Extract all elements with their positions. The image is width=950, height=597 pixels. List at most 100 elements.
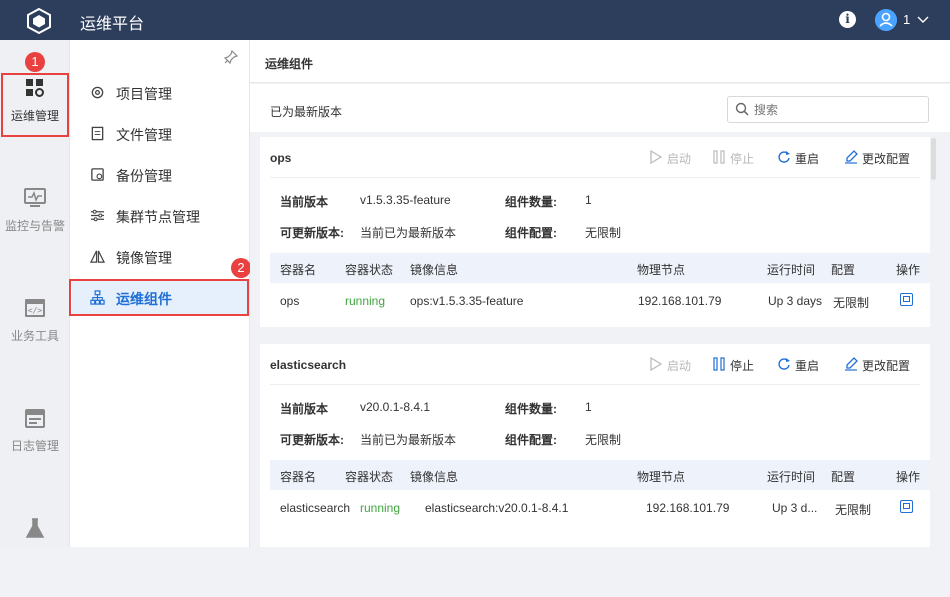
rail-item-monitoring[interactable]: 监控与告警 xyxy=(0,187,70,267)
component-config-label: 组件配置: xyxy=(505,226,557,240)
updatable-version-label: 可更新版本: xyxy=(280,226,344,240)
highlight-box-ops-components xyxy=(69,279,249,316)
component-card-elasticsearch: elasticsearch 启动 停止 重启 更改配置 当前版本 v20.0.1… xyxy=(260,344,930,547)
submenu-item-cluster-nodes[interactable]: 集群节点管理 xyxy=(72,198,248,234)
column-header: 运行时间 xyxy=(767,263,816,277)
code-window-icon: </> xyxy=(25,299,45,317)
container-status: running xyxy=(345,294,386,308)
annotation-badge-1: 1 xyxy=(25,52,45,72)
column-header: 配置 xyxy=(831,470,856,484)
play-icon xyxy=(650,356,663,372)
pin-icon[interactable] xyxy=(224,50,238,64)
svg-text:</>: </> xyxy=(28,306,43,315)
component-count-label: 组件数量: xyxy=(505,402,557,416)
submenu-item-image-management[interactable]: 镜像管理 xyxy=(72,239,248,275)
restart-label: 重启 xyxy=(795,359,820,373)
view-detail-icon[interactable] xyxy=(900,500,913,513)
submenu-item-label: 镜像管理 xyxy=(116,250,172,266)
current-version-value: v20.0.1-8.4.1 xyxy=(360,400,431,414)
container-name: elasticsearch xyxy=(280,501,351,515)
monitor-icon xyxy=(24,188,46,207)
rail-item-log-management[interactable]: 日志管理 xyxy=(0,407,70,487)
user-name[interactable]: 1 xyxy=(903,12,910,27)
column-header: 配置 xyxy=(831,263,856,277)
start-label: 启动 xyxy=(667,152,692,166)
column-header: 容器名 xyxy=(280,470,317,484)
app-logo-icon[interactable] xyxy=(26,8,52,34)
calendar-log-icon xyxy=(25,409,45,428)
uptime: Up 3 days xyxy=(768,294,823,308)
page-header: 运维组件 xyxy=(250,40,950,83)
submenu-item-backup-management[interactable]: 备份管理 xyxy=(72,157,248,193)
submenu-item-label: 文件管理 xyxy=(116,127,172,143)
restart-label: 重启 xyxy=(795,152,820,166)
current-version-label: 当前版本 xyxy=(280,402,329,416)
rail-item-lab[interactable] xyxy=(0,517,70,597)
stop-label: 停止 xyxy=(730,152,755,166)
physical-node: 192.168.101.79 xyxy=(638,294,722,308)
user-avatar-icon[interactable] xyxy=(875,9,897,31)
column-header: 容器状态 xyxy=(345,470,394,484)
submenu-item-project-management[interactable]: 项目管理 xyxy=(72,75,248,111)
component-config-label: 组件配置: xyxy=(505,433,557,447)
component-name: elasticsearch xyxy=(270,358,347,372)
edit-icon xyxy=(845,357,858,371)
updatable-version-value: 当前已为最新版本 xyxy=(360,433,457,447)
column-header: 操作 xyxy=(896,263,921,277)
document-icon xyxy=(91,126,104,141)
change-config-label: 更改配置 xyxy=(862,359,911,373)
card-divider xyxy=(270,384,920,385)
search-box[interactable] xyxy=(727,96,929,123)
chevron-down-icon[interactable] xyxy=(917,10,929,30)
scrollbar-thumb[interactable] xyxy=(931,138,936,180)
row-config: 无限制 xyxy=(833,296,870,310)
component-config-value: 无限制 xyxy=(585,433,622,447)
column-header: 物理节点 xyxy=(637,263,686,277)
submenu-item-file-management[interactable]: 文件管理 xyxy=(72,116,248,152)
backup-icon xyxy=(91,168,104,181)
component-card-ops: ops 启动 停止 重启 更改配置 当前版本 v1.5.3.35-feature… xyxy=(260,137,930,327)
view-detail-icon[interactable] xyxy=(900,293,913,306)
component-count-value: 1 xyxy=(585,193,592,207)
column-header: 容器名 xyxy=(280,263,317,277)
updatable-version-value: 当前已为最新版本 xyxy=(360,226,457,240)
main-content: 运维组件 已为最新版本 ops 启动 停止 重启 更改配置 当前版本 v1.5.… xyxy=(250,40,950,547)
container-status: running xyxy=(360,501,401,515)
image-info: ops:v1.5.3.35-feature xyxy=(410,294,524,308)
physical-node: 192.168.101.79 xyxy=(646,501,730,515)
page-title: 运维组件 xyxy=(265,57,314,71)
component-config-value: 无限制 xyxy=(585,226,622,240)
container-table-header: 容器名 容器状态 镜像信息 物理节点 运行时间 配置 操作 xyxy=(270,460,930,490)
container-table-header: 容器名 容器状态 镜像信息 物理节点 运行时间 配置 操作 xyxy=(270,253,930,283)
current-version-value: v1.5.3.35-feature xyxy=(360,193,451,207)
sliders-icon xyxy=(90,209,105,222)
flask-icon xyxy=(25,518,45,538)
mirror-icon xyxy=(90,250,105,263)
rail-item-label: 监控与告警 xyxy=(4,219,65,233)
container-name: ops xyxy=(280,294,300,308)
component-count-value: 1 xyxy=(585,400,592,414)
pause-icon xyxy=(713,150,725,164)
info-icon[interactable]: i xyxy=(839,11,856,28)
image-info: elasticsearch:v20.0.1-8.4.1 xyxy=(425,501,569,515)
rail-item-label: 业务工具 xyxy=(10,329,59,343)
updatable-version-label: 可更新版本: xyxy=(280,433,344,447)
rail-item-business-tools[interactable]: </> 业务工具 xyxy=(0,297,70,377)
column-header: 运行时间 xyxy=(767,470,816,484)
edit-icon xyxy=(845,150,858,164)
component-count-label: 组件数量: xyxy=(505,195,557,209)
current-version-label: 当前版本 xyxy=(280,195,329,209)
column-header: 操作 xyxy=(896,470,921,484)
column-header: 镜像信息 xyxy=(410,470,459,484)
restart-icon xyxy=(778,151,790,163)
change-config-label: 更改配置 xyxy=(862,152,911,166)
app-title: 运维平台 xyxy=(80,16,145,33)
component-name: ops xyxy=(270,151,292,165)
toolbar-row: 已为最新版本 xyxy=(250,84,950,132)
search-input[interactable] xyxy=(754,101,914,119)
uptime: Up 3 d... xyxy=(772,501,818,515)
pause-icon xyxy=(713,357,725,371)
restart-icon xyxy=(778,358,790,370)
annotation-badge-2: 2 xyxy=(231,258,251,278)
version-status-text: 已为最新版本 xyxy=(270,105,343,119)
